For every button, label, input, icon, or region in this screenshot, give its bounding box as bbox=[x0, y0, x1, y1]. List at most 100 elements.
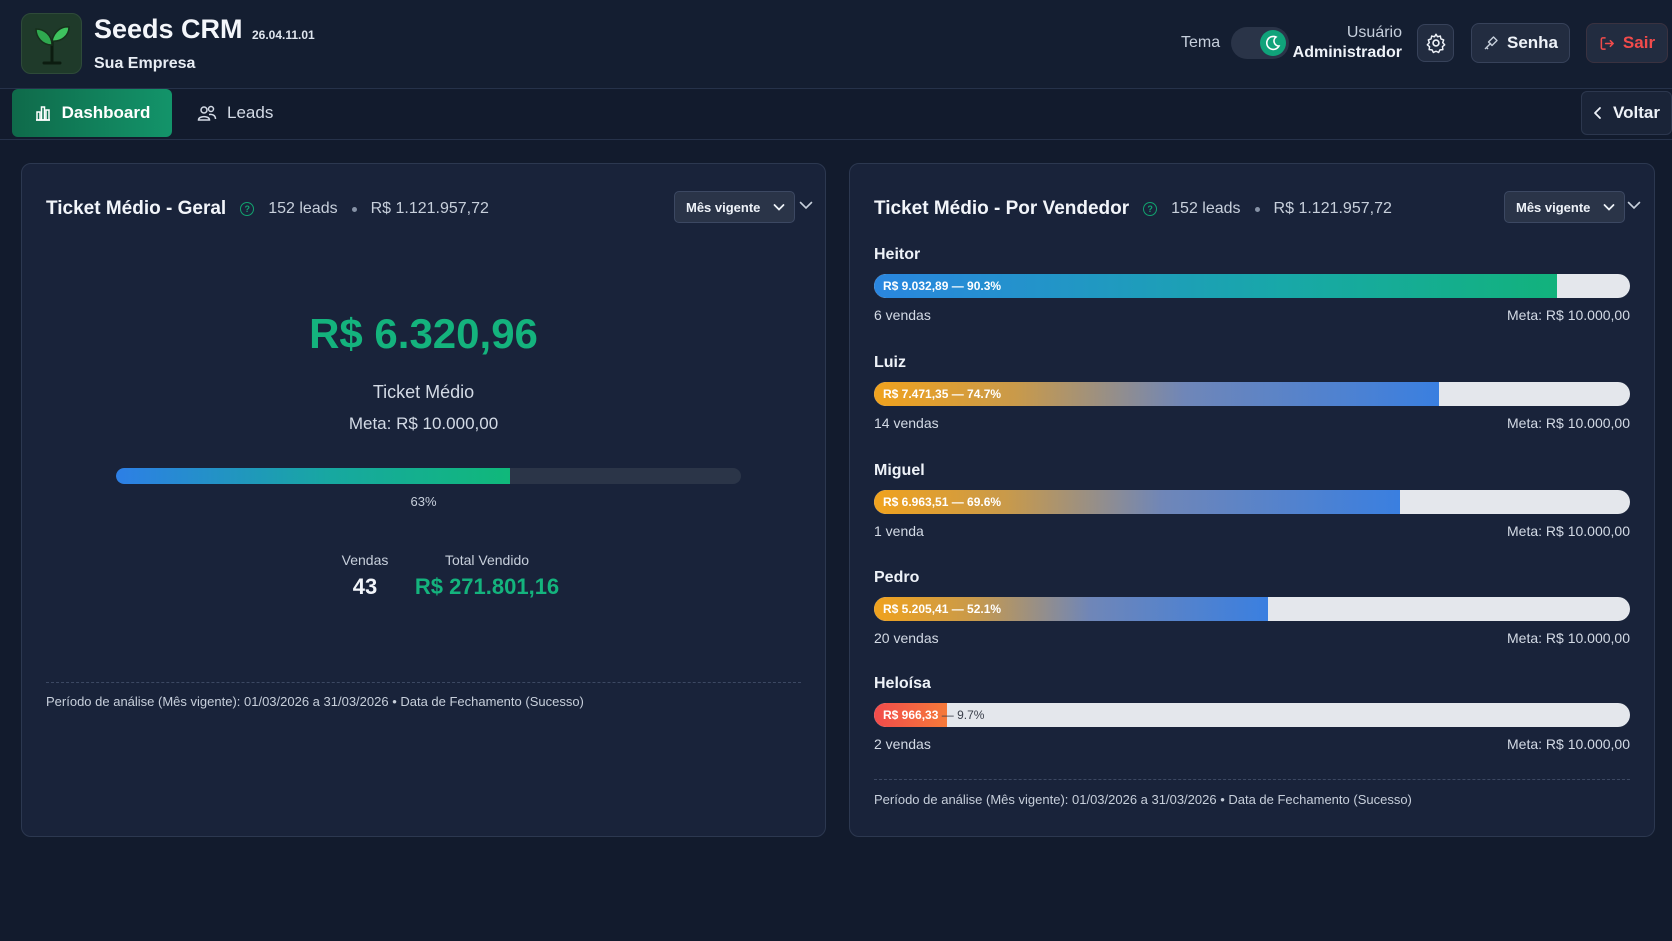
ticket-geral-period-select[interactable]: Mês vigente bbox=[674, 191, 795, 223]
help-circle-icon[interactable]: ? bbox=[240, 202, 255, 216]
seller-meta: Meta: R$ 10.000,00 bbox=[1507, 523, 1630, 539]
seller-sales: 2 vendas bbox=[874, 736, 931, 752]
seller-bar-label: R$ 5.205,41 — 52.1% bbox=[883, 602, 1002, 616]
seller-bar-percent: — 9.7% bbox=[941, 708, 985, 722]
total-sold-stat: Total Vendido R$ 271.801,16 bbox=[412, 552, 562, 600]
sales-count-stat: Vendas 43 bbox=[319, 552, 411, 600]
ticket-geral-header: Ticket Médio - Geral ? 152 leads R$ 1.12… bbox=[46, 191, 813, 224]
ticket-vendedor-leads: 152 leads bbox=[1171, 200, 1241, 217]
ticket-geral-total: R$ 1.121.957,72 bbox=[370, 200, 489, 217]
sales-count-label: Vendas bbox=[341, 552, 389, 568]
logout-label: Sair bbox=[1622, 33, 1656, 52]
seller-meta: Meta: R$ 10.000,00 bbox=[1507, 736, 1630, 752]
theme-toggle-knob bbox=[1260, 30, 1286, 56]
ticket-progress-fill bbox=[116, 468, 510, 484]
app-logo[interactable] bbox=[21, 13, 82, 74]
seller-name: Heloísa bbox=[874, 675, 931, 692]
users-icon bbox=[197, 105, 217, 121]
ticket-geral-card: Ticket Médio - Geral ? 152 leads R$ 1.12… bbox=[21, 163, 826, 837]
seller-bar-label: R$ 6.963,51 — 69.6% bbox=[883, 495, 1002, 509]
collapse-chevron-icon[interactable] bbox=[798, 197, 814, 213]
ticket-geral-title: Ticket Médio - Geral bbox=[46, 198, 227, 219]
key-icon bbox=[1484, 36, 1498, 50]
ticket-progress-bar bbox=[116, 468, 741, 484]
tab-leads[interactable]: Leads bbox=[197, 89, 273, 137]
separator-dot bbox=[1254, 206, 1260, 212]
settings-button[interactable] bbox=[1417, 24, 1454, 62]
footer-divider bbox=[874, 779, 1630, 780]
ticket-vendedor-title: Ticket Médio - Por Vendedor bbox=[874, 198, 1130, 219]
seller-progress-bar: R$ 966,33 — 9.7% bbox=[874, 703, 1630, 727]
seller-meta: Meta: R$ 10.000,00 bbox=[1507, 415, 1630, 431]
seller-sales: 20 vendas bbox=[874, 630, 939, 646]
theme-label: Tema bbox=[1181, 34, 1221, 51]
seller-row: Heloísa R$ 966,33 — 9.7% 2 vendas Meta: … bbox=[874, 675, 1630, 765]
separator-dot bbox=[351, 206, 357, 212]
seller-bar-label: R$ 966,33 — 9.7% bbox=[883, 703, 984, 727]
sprout-icon bbox=[34, 25, 70, 64]
ticket-geral-period-value: Mês vigente bbox=[686, 199, 761, 215]
gear-icon bbox=[1426, 33, 1445, 54]
user-role: Administrador bbox=[1292, 44, 1402, 61]
seller-progress-bar: R$ 9.032,89 — 90.3% bbox=[874, 274, 1630, 298]
seller-name: Pedro bbox=[874, 569, 920, 586]
seller-meta: Meta: R$ 10.000,00 bbox=[1507, 630, 1630, 646]
seller-progress-bar: R$ 7.471,35 — 74.7% bbox=[874, 382, 1630, 406]
footer-divider bbox=[46, 682, 801, 683]
ticket-vendedor-period-value: Mês vigente bbox=[1516, 199, 1591, 215]
ticket-vendedor-footnote: Período de análise (Mês vigente): 01/03/… bbox=[874, 792, 1412, 807]
theme-toggle[interactable] bbox=[1231, 27, 1289, 59]
seller-sales: 14 vendas bbox=[874, 415, 939, 431]
back-label: Voltar bbox=[1613, 103, 1660, 122]
ticket-vendedor-card: Ticket Médio - Por Vendedor ? 152 leads … bbox=[849, 163, 1655, 837]
ticket-geral-footnote: Período de análise (Mês vigente): 01/03/… bbox=[46, 694, 584, 709]
change-password-button[interactable]: Senha bbox=[1471, 23, 1570, 63]
sales-count-value: 43 bbox=[352, 574, 378, 599]
main-nav: Dashboard Leads Voltar bbox=[0, 89, 1672, 140]
seller-bar-value: R$ 966,33 bbox=[883, 708, 939, 722]
total-sold-label: Total Vendido bbox=[444, 552, 530, 568]
company-name: Sua Empresa bbox=[94, 55, 196, 72]
tab-dashboard[interactable]: Dashboard bbox=[12, 89, 172, 137]
ticket-medio-meta: Meta: R$ 10.000,00 bbox=[348, 414, 499, 433]
ticket-vendedor-header: Ticket Médio - Por Vendedor ? 152 leads … bbox=[874, 191, 1641, 224]
seller-row: Heitor R$ 9.032,89 — 90.3% 6 vendas Meta… bbox=[874, 246, 1630, 336]
ticket-vendedor-period-select[interactable]: Mês vigente bbox=[1504, 191, 1625, 223]
chevron-down-icon bbox=[1603, 204, 1615, 211]
chevron-left-icon bbox=[1594, 107, 1601, 119]
seller-row: Luiz R$ 7.471,35 — 74.7% 14 vendas Meta:… bbox=[874, 354, 1630, 444]
seller-meta: Meta: R$ 10.000,00 bbox=[1507, 307, 1630, 323]
seller-progress-bar: R$ 6.963,51 — 69.6% bbox=[874, 490, 1630, 514]
tab-leads-label: Leads bbox=[227, 103, 274, 122]
app-title: Seeds CRM bbox=[94, 14, 243, 44]
seller-row: Miguel R$ 6.963,51 — 69.6% 1 venda Meta:… bbox=[874, 462, 1630, 552]
ticket-progress-percent: 63% bbox=[410, 494, 437, 509]
logout-button[interactable]: Sair bbox=[1586, 23, 1668, 63]
seller-bar-label: R$ 9.032,89 — 90.3% bbox=[883, 279, 1002, 293]
ticket-geral-leads: 152 leads bbox=[268, 200, 338, 217]
collapse-chevron-icon[interactable] bbox=[1626, 197, 1642, 213]
user-label: Usuário bbox=[1346, 24, 1402, 41]
help-circle-icon[interactable]: ? bbox=[1143, 202, 1158, 216]
seller-name: Miguel bbox=[874, 462, 925, 479]
back-button[interactable]: Voltar bbox=[1581, 91, 1672, 135]
ticket-medio-label: Ticket Médio bbox=[372, 382, 475, 402]
seller-name: Luiz bbox=[874, 354, 906, 371]
seller-name: Heitor bbox=[874, 246, 921, 263]
moon-icon bbox=[1266, 35, 1281, 51]
seller-progress-bar: R$ 5.205,41 — 52.1% bbox=[874, 597, 1630, 621]
chevron-down-icon bbox=[773, 204, 785, 211]
ticket-medio-value: R$ 6.320,96 bbox=[309, 310, 538, 357]
app-version: 26.04.11.01 bbox=[252, 28, 315, 42]
app-header: Seeds CRM 26.04.11.01 Sua Empresa Tema U… bbox=[0, 0, 1672, 89]
tab-dashboard-label: Dashboard bbox=[61, 103, 151, 122]
seller-sales: 6 vendas bbox=[874, 307, 931, 323]
seller-row: Pedro R$ 5.205,41 — 52.1% 20 vendas Meta… bbox=[874, 569, 1630, 659]
seller-sales: 1 venda bbox=[874, 523, 924, 539]
change-password-label: Senha bbox=[1506, 33, 1559, 52]
seller-bar-label: R$ 7.471,35 — 74.7% bbox=[883, 387, 1002, 401]
bar-chart-icon bbox=[35, 106, 50, 121]
logout-icon bbox=[1600, 36, 1614, 50]
total-sold-value: R$ 271.801,16 bbox=[414, 574, 560, 599]
ticket-vendedor-total: R$ 1.121.957,72 bbox=[1273, 200, 1392, 217]
